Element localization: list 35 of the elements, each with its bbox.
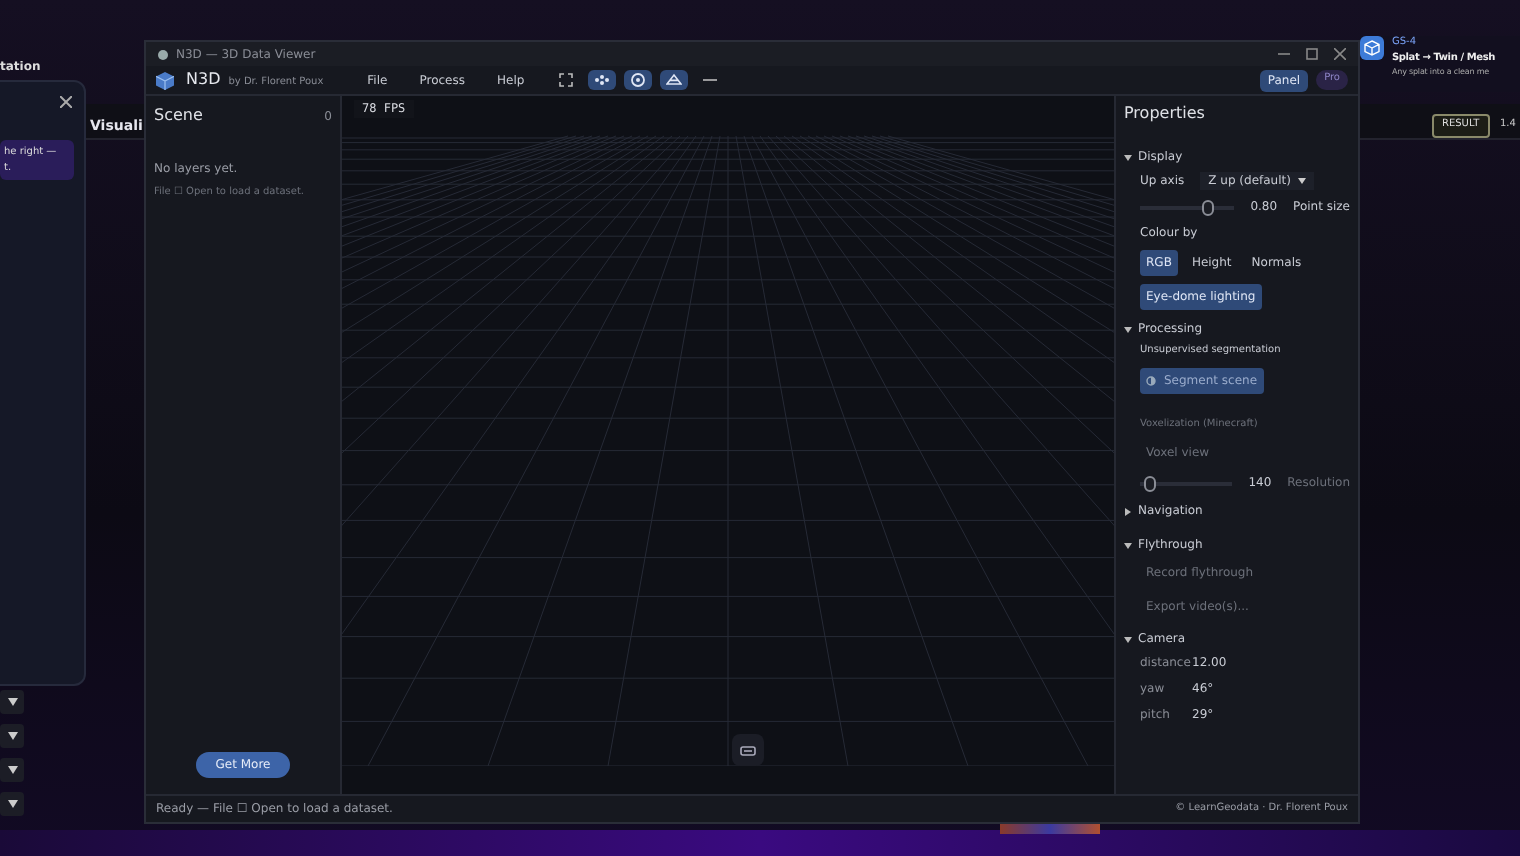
- vr-button[interactable]: [732, 734, 764, 766]
- caret-icon: [1124, 541, 1132, 549]
- dots-icon: [594, 72, 611, 88]
- cube-icon: [156, 71, 174, 89]
- toolbar-button[interactable]: [660, 70, 689, 90]
- caret-icon: [1124, 325, 1132, 333]
- caret-icon: [1124, 507, 1132, 515]
- app-name: N3D: [186, 68, 221, 92]
- caret-icon: [1298, 178, 1307, 184]
- dropdown-toggle[interactable]: [0, 690, 24, 714]
- dropdown-toggle[interactable]: [0, 724, 24, 748]
- dropdown-toggle[interactable]: [0, 758, 24, 782]
- mesh-icon: [666, 72, 683, 88]
- headset-icon: [740, 745, 756, 755]
- toolbar-button[interactable]: [588, 70, 617, 90]
- minimize-icon[interactable]: [1278, 48, 1290, 60]
- app-icon: [158, 49, 168, 59]
- slider-thumb[interactable]: [1201, 199, 1214, 215]
- dropdown-toggle[interactable]: [0, 792, 24, 816]
- caret-icon: [7, 800, 17, 808]
- cube-icon: [1360, 36, 1384, 60]
- half-circle-icon: [1146, 375, 1156, 385]
- caret-icon: [1124, 153, 1132, 161]
- panel-title: Properties: [1124, 102, 1207, 126]
- panel-title: Scene: [154, 104, 203, 128]
- caret-icon: [7, 732, 17, 740]
- caret-icon: [7, 698, 17, 706]
- toolbar-button[interactable]: [624, 70, 653, 90]
- fullscreen-icon: [558, 72, 575, 88]
- close-icon[interactable]: [1334, 48, 1346, 60]
- close-icon: [60, 96, 72, 108]
- orbit-icon: [630, 72, 647, 88]
- caret-icon: [7, 766, 17, 774]
- caret-icon: [1124, 635, 1132, 643]
- maximize-icon[interactable]: [1306, 48, 1318, 60]
